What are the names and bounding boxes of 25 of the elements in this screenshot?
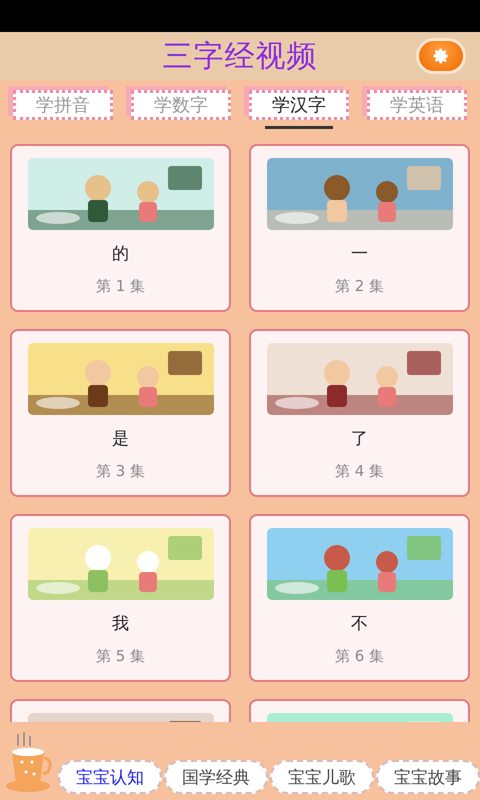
episode-label: 第 6 集 <box>334 647 384 666</box>
bottom-nav-tab[interactable]: 宝宝故事 <box>376 760 480 794</box>
episode-label: 第 1 集 <box>96 277 146 296</box>
video-card[interactable]: 我 第 5 集 <box>10 514 231 682</box>
bottom-nav-tab[interactable]: 宝宝认知 <box>58 760 162 794</box>
episode-label: 第 4 集 <box>334 462 384 481</box>
video-card[interactable]: 是 第 3 集 <box>10 329 231 497</box>
video-title: 是 <box>112 428 129 450</box>
video-title: 的 <box>112 243 129 265</box>
bottom-nav-tab[interactable]: 宝宝儿歌 <box>270 760 374 794</box>
episode-label: 第 3 集 <box>96 462 146 481</box>
video-card[interactable]: 不 第 6 集 <box>249 514 470 682</box>
settings-button[interactable] <box>416 38 466 74</box>
video-card[interactable]: 的 第 1 集 <box>10 144 231 312</box>
video-title: 一 <box>351 243 368 265</box>
bottom-nav-tab[interactable]: 国学经典 <box>164 760 268 794</box>
episode-label: 第 5 集 <box>96 647 146 666</box>
video-title: 不 <box>351 613 368 635</box>
video-card[interactable]: 了 第 4 集 <box>249 329 470 497</box>
video-card[interactable]: 一 第 2 集 <box>249 144 470 312</box>
video-title: 我 <box>112 613 129 635</box>
app-title: 三字经视频 <box>162 38 318 76</box>
episode-label: 第 2 集 <box>334 277 384 296</box>
video-title: 了 <box>351 428 368 450</box>
settings-icon <box>432 47 450 65</box>
